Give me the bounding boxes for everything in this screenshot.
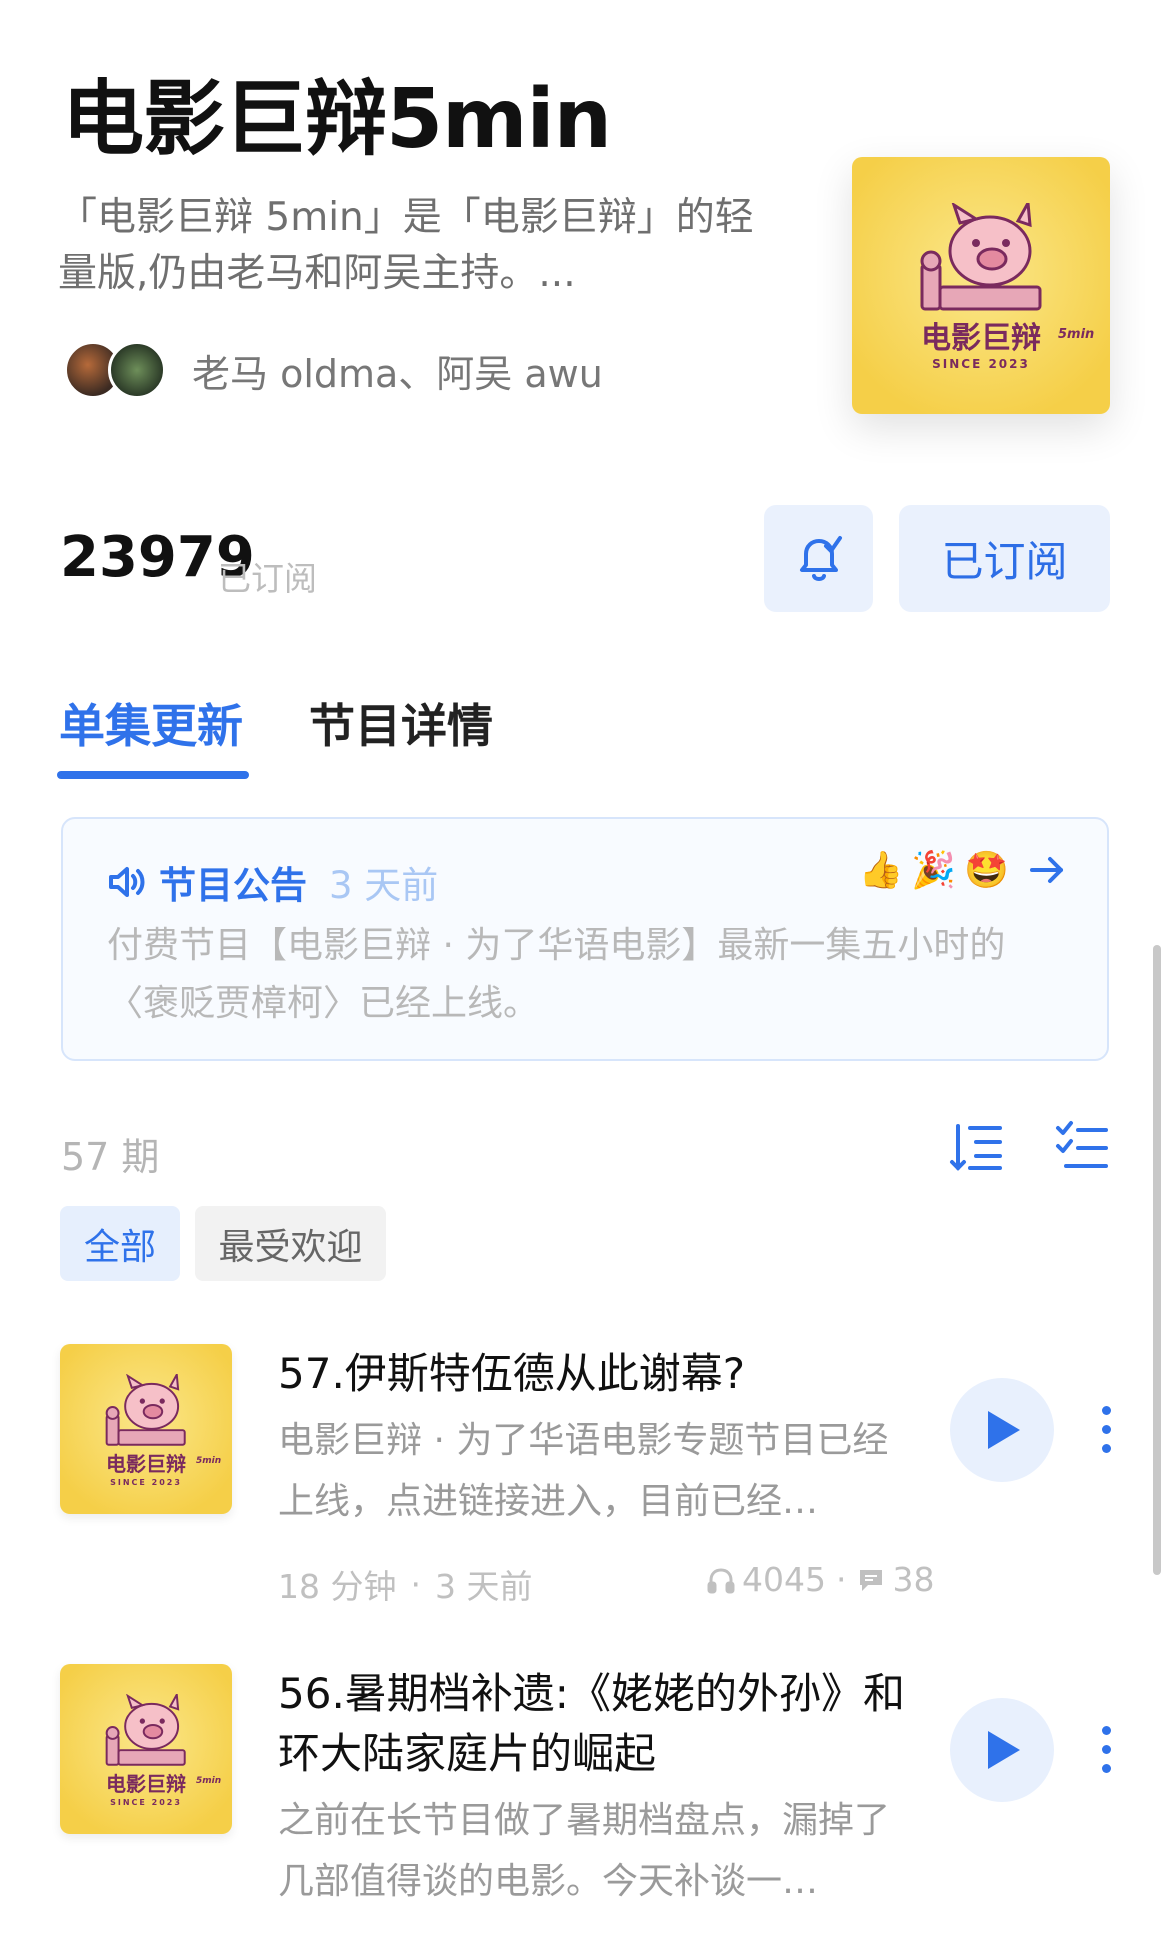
episode-meta: 18 分钟 · 3 天前 xyxy=(278,1560,532,1608)
announcement-time: 3 天前 xyxy=(329,864,439,907)
episode-stats: 4045 · 38 xyxy=(706,1560,934,1599)
announcement-body: 付费节目【电影巨辩 · 为了华语电影】最新一集五小时的〈褒贬贾樟柯〉已经上线。 xyxy=(107,925,1006,1024)
episode-item[interactable]: 电影巨辩 5min SINCE 2023 57.伊斯特伍德从此谢幕? 电影巨辩 … xyxy=(0,1340,1170,1620)
play-button[interactable] xyxy=(950,1698,1054,1802)
episode-title[interactable]: 57.伊斯特伍德从此谢幕? xyxy=(278,1344,918,1404)
cover-since: SINCE 2023 xyxy=(932,357,1030,371)
bell-check-icon xyxy=(799,535,842,581)
notification-bell-button[interactable] xyxy=(764,505,873,612)
episode-cover[interactable]: 电影巨辩 5min SINCE 2023 xyxy=(60,1344,232,1514)
episode-published: 3 天前 xyxy=(434,1567,533,1606)
arrow-right-icon[interactable] xyxy=(1027,852,1067,888)
subscribed-button[interactable]: 已订阅 xyxy=(899,505,1110,612)
stats-separator: · xyxy=(835,1560,847,1599)
more-dot xyxy=(1101,1764,1111,1773)
active-tab-indicator xyxy=(57,771,249,779)
thumbs-up-emoji: 👍 xyxy=(858,850,904,891)
multi-select-icon[interactable] xyxy=(1052,1118,1112,1178)
episode-title[interactable]: 56.暑期档补遗:《姥姥的外孙》和环大陆家庭片的崛起 xyxy=(278,1664,918,1784)
pig-mascot-icon xyxy=(920,203,1042,311)
cover-badge: 5min xyxy=(196,1456,222,1466)
sort-order-icon[interactable] xyxy=(948,1118,1008,1178)
more-dot xyxy=(1101,1745,1111,1754)
cover-badge: 5min xyxy=(196,1776,222,1786)
play-icon xyxy=(988,1411,1020,1449)
headphones-icon xyxy=(707,1567,735,1593)
tab-episodes[interactable]: 单集更新 xyxy=(59,690,243,756)
more-dot xyxy=(1101,1425,1111,1434)
subscriber-count-label: 已订阅 xyxy=(218,559,317,598)
host-list[interactable]: 老马 oldma、阿吴 awu xyxy=(64,340,603,400)
episode-description: 电影巨辩 · 为了华语电影专题节目已经上线，点进链接进入，目前已经… xyxy=(278,1420,889,1522)
episode-cover[interactable]: 电影巨辩 5min SINCE 2023 xyxy=(60,1664,232,1834)
podcast-title: 电影巨辩5min xyxy=(62,72,612,167)
announcement-card[interactable]: 节目公告 3 天前 👍 🎉 🤩 付费节目【电影巨辩 · 为了华语电影】最新一集五… xyxy=(61,817,1109,1061)
more-dot xyxy=(1101,1444,1111,1453)
announcement-title: 节目公告 xyxy=(159,864,307,907)
more-dot xyxy=(1101,1726,1111,1735)
more-dot xyxy=(1101,1406,1111,1415)
cover-since: SINCE 2023 xyxy=(110,1798,182,1807)
host-avatar-awu[interactable] xyxy=(108,341,166,399)
meta-separator: · xyxy=(410,1564,421,1604)
episode-comments: 38 xyxy=(892,1560,935,1599)
play-button[interactable] xyxy=(950,1378,1054,1482)
episode-count: 57 期 xyxy=(61,1135,160,1179)
episode-duration: 18 分钟 xyxy=(278,1567,397,1606)
star-struck-emoji: 🤩 xyxy=(964,850,1009,891)
cover-badge: 5min xyxy=(1058,327,1095,342)
pig-mascot-icon xyxy=(105,1374,186,1446)
comment-icon xyxy=(860,1569,883,1591)
podcast-cover[interactable]: 电影巨辩 5min SINCE 2023 xyxy=(852,157,1110,414)
play-icon xyxy=(988,1731,1020,1769)
host-names[interactable]: 老马 oldma、阿吴 awu xyxy=(192,343,603,398)
filter-all[interactable]: 全部 xyxy=(60,1206,180,1281)
episode-description: 之前在长节目做了暑期档盘点，漏掉了几部值得谈的电影。今天补谈一… xyxy=(278,1800,891,1902)
speaker-icon xyxy=(109,867,145,897)
episode-item[interactable]: 电影巨辩 5min SINCE 2023 56.暑期档补遗:《姥姥的外孙》和环大… xyxy=(0,1660,1170,1942)
pig-mascot-icon xyxy=(105,1694,186,1766)
podcast-description[interactable]: 「电影巨辩 5min」是「电影巨辩」的轻量版,仍由老马和阿吴主持。... xyxy=(58,190,758,302)
tab-details[interactable]: 节目详情 xyxy=(309,690,493,756)
more-options-button[interactable] xyxy=(1096,1406,1116,1453)
cover-since: SINCE 2023 xyxy=(110,1478,182,1487)
filter-popular[interactable]: 最受欢迎 xyxy=(195,1206,386,1281)
episode-plays: 4045 xyxy=(742,1560,826,1599)
more-options-button[interactable] xyxy=(1096,1726,1116,1773)
scrollbar[interactable] xyxy=(1153,945,1161,1575)
party-popper-emoji: 🎉 xyxy=(911,850,957,891)
